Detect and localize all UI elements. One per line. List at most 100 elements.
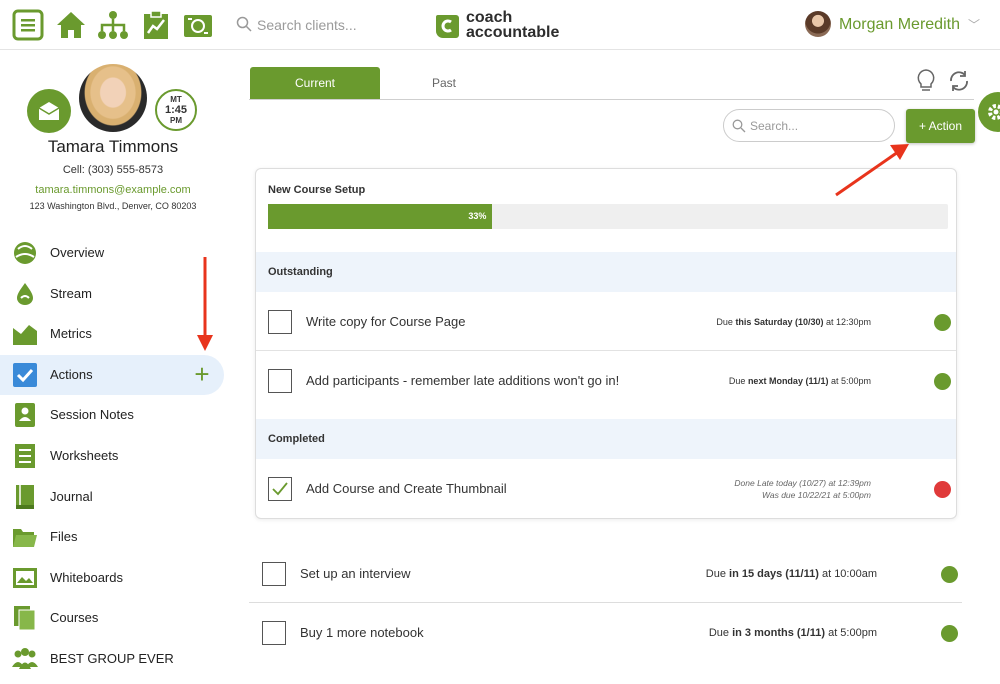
task-due: Due this Saturday (10/30) at 12:30pm [716,293,871,351]
lightbulb-icon[interactable] [916,69,936,93]
action-tabs: Current Past [249,67,974,100]
menu-icon[interactable] [12,9,44,41]
task-checkbox[interactable] [268,369,292,393]
task-row[interactable]: Add Course and Create Thumbnail Done Lat… [256,460,956,518]
add-action-plus-icon[interactable]: + [190,361,214,387]
search-icon [236,16,252,32]
outstanding-header: Outstanding [256,252,956,292]
timezone-ampm: PM [170,116,182,125]
settings-button[interactable] [978,92,1000,132]
courses-icon [12,606,38,631]
nav-item-files[interactable]: Files [0,517,224,558]
due-prefix: Due [705,568,730,580]
clipboard-chart-icon[interactable] [140,9,172,41]
action-row[interactable]: Set up an interview Due in 15 days (11/1… [249,545,962,603]
user-menu[interactable]: Morgan Meredith ﹀ [805,11,980,39]
due-date: this Saturday (10/30) [735,317,824,327]
nav-item-courses[interactable]: Courses [0,598,224,639]
task-row[interactable]: Add participants - remember late additio… [256,352,956,410]
files-icon [12,525,38,549]
completed-header-label: Completed [268,433,325,445]
nav-label: Session Notes [50,407,134,423]
nav-item-best-group-ever[interactable]: BEST GROUP EVER [0,639,224,680]
task-checkbox-checked[interactable] [268,477,292,501]
client-email[interactable]: tamara.timmons@example.com [0,184,226,196]
nav-item-worksheets[interactable]: Worksheets [0,436,224,477]
envelope-icon [38,102,60,120]
nav-label: Stream [50,285,92,301]
action-search[interactable] [723,109,895,142]
action-due: Due in 3 months (1/11) at 5:00pm [709,604,877,662]
annotation-arrow-down [197,257,213,351]
due-prefix: Due [708,627,733,639]
action-title: Buy 1 more notebook [300,625,424,640]
due-time: at 5:00pm [828,376,871,386]
task-row[interactable]: Write copy for Course Page Due this Satu… [256,293,956,351]
chevron-down-icon: ﹀ [967,18,980,32]
action-row[interactable]: Buy 1 more notebook Due in 3 months (1/1… [249,604,962,662]
action-checkbox[interactable] [262,562,286,586]
nav-item-stream[interactable]: Stream [0,274,224,315]
course-title: New Course Setup [268,184,366,196]
action-search-input[interactable] [750,116,885,136]
nav-item-whiteboards[interactable]: Whiteboards [0,558,224,599]
client-sidebar: MT 1:45 PM Tamara Timmons Cell: (303) 55… [0,51,226,684]
nav-item-metrics[interactable]: Metrics [0,314,224,355]
tab-current[interactable]: Current [250,67,380,99]
nav-item-journal[interactable]: Journal [0,477,224,518]
search-icon [732,119,746,133]
logo-text: coach accountable [466,10,560,41]
logo-line2: accountable [466,24,560,41]
due-prefix: Due [716,317,736,327]
stream-icon [12,282,38,306]
session-notes-icon [12,403,38,428]
status-dot [934,314,951,331]
top-bar: coachaccountable Morgan Meredith ﹀ [0,0,1000,50]
money-icon[interactable] [182,9,214,41]
nav-item-actions[interactable]: Actions + [0,354,224,396]
course-card: New Course Setup 33% Outstanding Write c… [255,168,957,519]
nav-label: Whiteboards [50,569,123,585]
nav-item-session-notes[interactable]: Session Notes [0,395,224,436]
client-cell: Cell: (303) 555-8573 [62,164,164,176]
due-prefix: Due [728,376,748,386]
progress-label: 33% [468,211,487,221]
nav-label: Metrics [50,326,92,342]
journal-icon [12,484,38,509]
outstanding-header-label: Outstanding [268,266,333,278]
task-title: Add participants - remember late additio… [306,373,620,388]
task-checkbox[interactable] [268,310,292,334]
overview-icon [12,241,38,265]
status-dot [941,566,958,583]
nav-item-overview[interactable]: Overview [0,233,224,274]
client-search-input[interactable] [257,14,407,36]
due-time: at 12:30pm [823,317,871,327]
due-time: at 10:00am [818,568,877,580]
tab-past[interactable]: Past [379,67,509,99]
task-title: Add Course and Create Thumbnail [306,481,507,496]
add-action-button[interactable]: + Action [906,109,975,143]
logo-icon [436,15,459,38]
worksheets-icon [12,443,38,468]
done-line: Done Late today (10/27) at 12:39pm [734,478,871,488]
nav-label: Files [50,529,78,545]
checkbox-icon [12,362,38,387]
check-icon [272,482,288,496]
org-chart-icon[interactable] [97,9,129,41]
action-checkbox[interactable] [262,621,286,645]
annotation-arrow-diagonal [835,144,909,197]
whiteboards-icon [12,566,38,590]
action-title: Set up an interview [300,566,411,581]
timezone-zone: MT [170,95,182,104]
task-title: Write copy for Course Page [306,314,466,329]
timezone-time: 1:45 [164,104,188,116]
status-dot [941,625,958,642]
status-dot [934,481,951,498]
nav-label: Journal [50,488,93,504]
sync-icon[interactable] [947,70,971,92]
nav-label: Courses [50,610,99,626]
user-avatar [805,11,832,37]
message-button[interactable] [27,89,71,133]
client-search[interactable] [236,14,416,36]
home-icon[interactable] [55,9,87,41]
